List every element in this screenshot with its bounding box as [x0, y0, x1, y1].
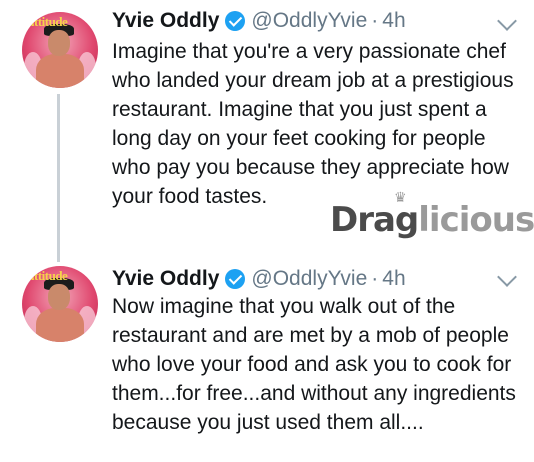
tweet-text: Now imagine that you walk out of the res…	[112, 295, 516, 434]
tweet-header: Yvie Oddly @OddlyYvie · 4h	[112, 264, 406, 294]
watermark-part1: Drag	[330, 200, 419, 240]
avatar-figure	[48, 30, 70, 56]
avatar-logo-text: attitude	[28, 268, 68, 283]
avatar[interactable]: attitude	[22, 266, 98, 342]
tweet-text: Imagine that you're a very passionate ch…	[112, 40, 514, 208]
display-name[interactable]: Yvie Oddly	[112, 267, 219, 291]
separator: ·	[371, 9, 379, 32]
avatar-figure	[48, 284, 70, 310]
timestamp[interactable]: 4h	[382, 9, 405, 33]
avatar-figure	[36, 308, 84, 342]
timestamp[interactable]: 4h	[382, 267, 405, 291]
thread-line	[57, 94, 60, 262]
crown-icon: ♛	[394, 190, 407, 206]
tweet-header: Yvie Oddly @OddlyYvie · 4h	[112, 6, 406, 36]
handle[interactable]: @OddlyYvie	[251, 267, 367, 291]
avatar[interactable]: attitude	[22, 12, 98, 88]
watermark-part2: licious	[418, 200, 534, 240]
avatar-logo-text: attitude	[28, 14, 68, 29]
verified-badge-icon	[225, 11, 246, 31]
chevron-down-icon[interactable]	[497, 11, 517, 31]
chevron-down-icon[interactable]	[497, 267, 517, 287]
tweet-2: attitude Yvie Oddly @OddlyYvie · 4h Now …	[0, 262, 534, 462]
avatar-figure	[36, 54, 84, 88]
handle[interactable]: @OddlyYvie	[251, 9, 367, 33]
watermark: ♛ Draglicious	[330, 190, 534, 240]
separator: ·	[371, 267, 379, 290]
verified-badge-icon	[225, 269, 246, 289]
display-name[interactable]: Yvie Oddly	[112, 9, 219, 33]
